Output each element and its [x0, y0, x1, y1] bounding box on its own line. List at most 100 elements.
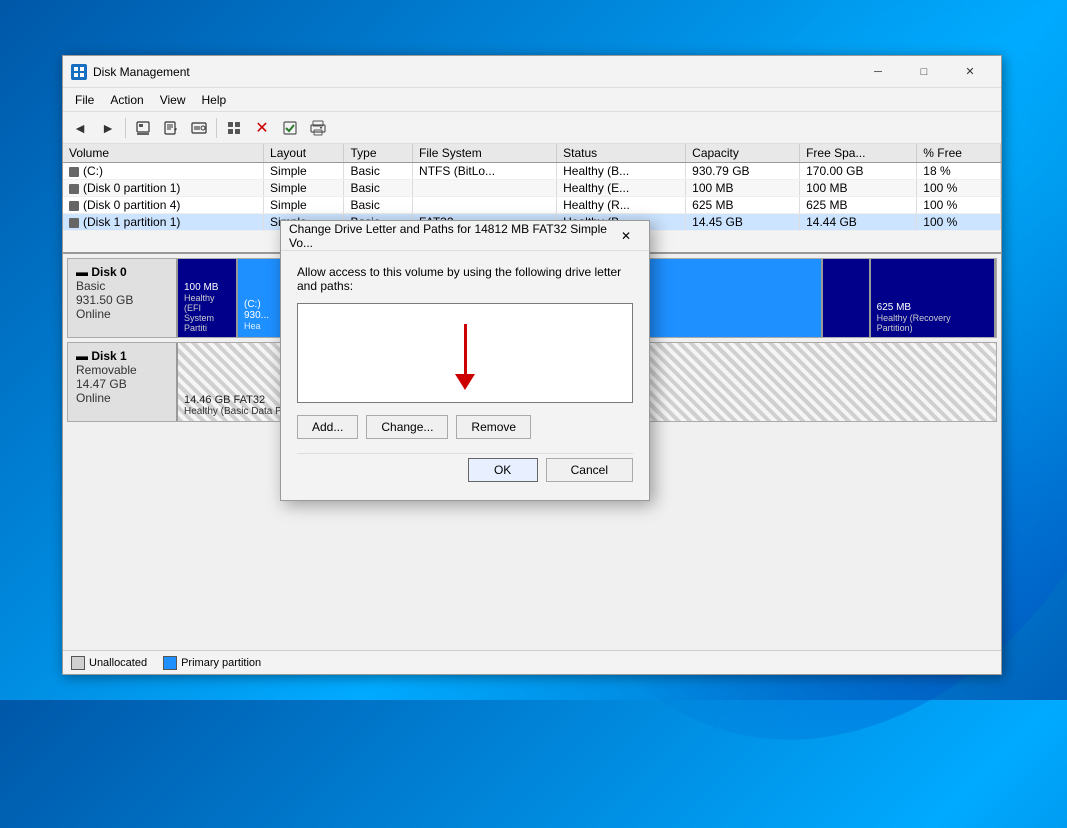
- cell-0-2: Basic: [344, 163, 413, 180]
- cell-1-4: Healthy (E...: [557, 180, 686, 197]
- cell-1-5: 100 MB: [686, 180, 800, 197]
- menu-view[interactable]: View: [152, 91, 194, 109]
- disk-0-label: ▬ Disk 0 Basic 931.50 GB Online: [68, 259, 178, 337]
- legend-unallocated: Unallocated: [71, 656, 147, 670]
- cell-0-3: NTFS (BitLo...: [413, 163, 557, 180]
- disk-properties-button[interactable]: [130, 116, 156, 140]
- cell-1-0: (Disk 0 partition 1): [63, 180, 264, 197]
- legend-unallocated-label: Unallocated: [89, 657, 147, 669]
- cell-0-1: Simple: [264, 163, 344, 180]
- app-icon: [71, 64, 87, 80]
- disk-1-name: ▬ Disk 1: [76, 349, 168, 363]
- disk-0-gap-partition[interactable]: [823, 259, 870, 337]
- toolbar: ◄ ►: [63, 112, 1001, 144]
- disk-icon-button[interactable]: [186, 116, 212, 140]
- close-button[interactable]: ✕: [947, 56, 993, 88]
- cell-0-6: 170.00 GB: [800, 163, 917, 180]
- toolbar-separator-1: [125, 118, 126, 138]
- cell-1-6: 100 MB: [800, 180, 917, 197]
- check-button[interactable]: [277, 116, 303, 140]
- modal-action-buttons: Add... Change... Remove: [297, 415, 633, 439]
- modal-close-button[interactable]: ✕: [611, 222, 641, 250]
- cancel-button[interactable]: Cancel: [546, 458, 633, 482]
- modal-listbox[interactable]: [297, 303, 633, 403]
- disk-1-type: Removable: [76, 363, 168, 377]
- back-button[interactable]: ◄: [67, 116, 93, 140]
- window-controls: ─ □ ✕: [855, 56, 993, 88]
- window-title: Disk Management: [93, 65, 855, 79]
- add-button[interactable]: Add...: [297, 415, 358, 439]
- col-capacity[interactable]: Capacity: [686, 144, 800, 163]
- modal-body: Allow access to this volume by using the…: [281, 251, 649, 500]
- menu-action[interactable]: Action: [102, 91, 151, 109]
- disk-0-type: Basic: [76, 279, 168, 293]
- red-arrow-indicator: [455, 324, 475, 390]
- col-type[interactable]: Type: [344, 144, 413, 163]
- disk-1-label: ▬ Disk 1 Removable 14.47 GB Online: [68, 343, 178, 421]
- cell-0-0: (C:): [63, 163, 264, 180]
- maximize-button[interactable]: □: [901, 56, 947, 88]
- disk-0-status: Online: [76, 307, 168, 321]
- forward-button[interactable]: ►: [95, 116, 121, 140]
- disk-1-status: Online: [76, 391, 168, 405]
- volume-row-0[interactable]: (C:)SimpleBasicNTFS (BitLo...Healthy (B.…: [63, 163, 1001, 180]
- legend-primary: Primary partition: [163, 656, 261, 670]
- cell-1-2: Basic: [344, 180, 413, 197]
- disk-0-recovery-partition[interactable]: 625 MB Healthy (Recovery Partition): [871, 259, 996, 337]
- menu-file[interactable]: File: [67, 91, 102, 109]
- col-status[interactable]: Status: [557, 144, 686, 163]
- ok-button[interactable]: OK: [468, 458, 538, 482]
- cell-3-0: (Disk 1 partition 1): [63, 214, 264, 231]
- cell-2-3: [413, 197, 557, 214]
- cell-3-5: 14.45 GB: [686, 214, 800, 231]
- disk-0-efi-partition[interactable]: 100 MB Healthy (EFI System Partiti: [178, 259, 238, 337]
- cell-2-5: 625 MB: [686, 197, 800, 214]
- change-button[interactable]: Change...: [366, 415, 448, 439]
- cell-2-4: Healthy (R...: [557, 197, 686, 214]
- cell-0-4: Healthy (B...: [557, 163, 686, 180]
- delete-button[interactable]: ✕: [249, 116, 275, 140]
- toolbar-separator-2: [216, 118, 217, 138]
- minimize-button[interactable]: ─: [855, 56, 901, 88]
- col-pctfree[interactable]: % Free: [917, 144, 1001, 163]
- menu-help[interactable]: Help: [194, 91, 235, 109]
- disk-0-name: ▬ Disk 0: [76, 265, 168, 279]
- col-filesystem[interactable]: File System: [413, 144, 557, 163]
- arrow-head: [455, 374, 475, 390]
- cell-2-6: 625 MB: [800, 197, 917, 214]
- cell-1-7: 100 %: [917, 180, 1001, 197]
- cell-1-1: Simple: [264, 180, 344, 197]
- legend-primary-label: Primary partition: [181, 657, 261, 669]
- modal-description: Allow access to this volume by using the…: [297, 265, 633, 293]
- cell-2-2: Basic: [344, 197, 413, 214]
- legend-unallocated-box: [71, 656, 85, 670]
- disk-1-size: 14.47 GB: [76, 377, 168, 391]
- volume-row-1[interactable]: (Disk 0 partition 1)SimpleBasic Healthy (…: [63, 180, 1001, 197]
- col-layout[interactable]: Layout: [264, 144, 344, 163]
- volume-row-2[interactable]: (Disk 0 partition 4)SimpleBasic Healthy (…: [63, 197, 1001, 214]
- arrow-line: [464, 324, 467, 374]
- print-button[interactable]: [305, 116, 331, 140]
- col-volume[interactable]: Volume: [63, 144, 264, 163]
- legend-primary-box: [163, 656, 177, 670]
- cell-0-7: 18 %: [917, 163, 1001, 180]
- status-bar: Unallocated Primary partition: [63, 650, 1001, 674]
- cell-2-7: 100 %: [917, 197, 1001, 214]
- title-bar: Disk Management ─ □ ✕: [63, 56, 1001, 88]
- change-drive-letter-dialog: Change Drive Letter and Paths for 14812 …: [280, 220, 650, 501]
- remove-button[interactable]: Remove: [456, 415, 531, 439]
- cell-2-1: Simple: [264, 197, 344, 214]
- cell-3-7: 100 %: [917, 214, 1001, 231]
- edit-button[interactable]: [158, 116, 184, 140]
- disk-0-size: 931.50 GB: [76, 293, 168, 307]
- cell-1-3: [413, 180, 557, 197]
- wizard-button[interactable]: [221, 116, 247, 140]
- cell-3-6: 14.44 GB: [800, 214, 917, 231]
- col-freespace[interactable]: Free Spa...: [800, 144, 917, 163]
- modal-footer: OK Cancel: [297, 453, 633, 486]
- modal-title: Change Drive Letter and Paths for 14812 …: [289, 222, 611, 250]
- modal-title-bar: Change Drive Letter and Paths for 14812 …: [281, 221, 649, 251]
- menu-bar: File Action View Help: [63, 88, 1001, 112]
- cell-2-0: (Disk 0 partition 4): [63, 197, 264, 214]
- cell-0-5: 930.79 GB: [686, 163, 800, 180]
